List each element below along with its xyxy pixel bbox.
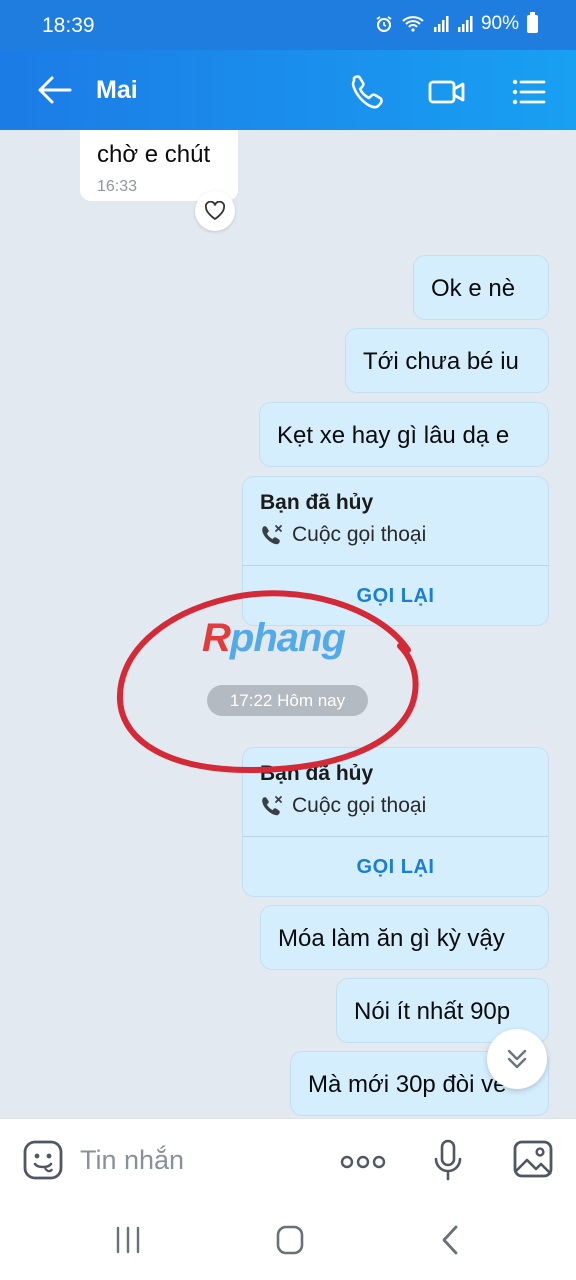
image-gallery-icon[interactable] (512, 1139, 554, 1179)
sticker-emoji-icon[interactable] (22, 1139, 64, 1181)
message-input[interactable] (80, 1141, 320, 1179)
wifi-icon (402, 16, 424, 32)
menu-list-icon[interactable] (508, 72, 548, 112)
video-call-icon[interactable] (427, 72, 467, 112)
nav-back-icon[interactable] (432, 1222, 472, 1258)
status-time: 18:39 (42, 14, 95, 37)
signal-icon (433, 16, 449, 32)
more-options-icon[interactable] (340, 1155, 386, 1169)
system-navigation-bar (0, 1200, 576, 1280)
double-chevron-down-icon (507, 1049, 527, 1069)
contact-name[interactable]: Mai (96, 76, 138, 105)
battery-icon (527, 12, 538, 33)
chat-messages[interactable]: chờ e chút 16:33 Ok e nè Tới chưa bé iu … (0, 130, 576, 1118)
home-icon[interactable] (270, 1222, 310, 1258)
message-input-bar (0, 1118, 576, 1200)
signal-icon-2 (457, 16, 473, 32)
phone-call-icon[interactable] (346, 72, 386, 112)
scroll-to-bottom-button[interactable] (487, 1029, 547, 1089)
annotation-circle (116, 590, 419, 774)
status-bar: 18:39 90% (0, 0, 576, 50)
status-icons: 90% (375, 12, 538, 35)
battery-percent: 90% (480, 13, 519, 34)
microphone-icon[interactable] (433, 1139, 463, 1181)
chat-header: Mai (0, 50, 576, 130)
alarm-icon (376, 16, 392, 32)
recent-apps-icon[interactable] (108, 1222, 148, 1258)
back-arrow-icon[interactable] (36, 74, 72, 106)
